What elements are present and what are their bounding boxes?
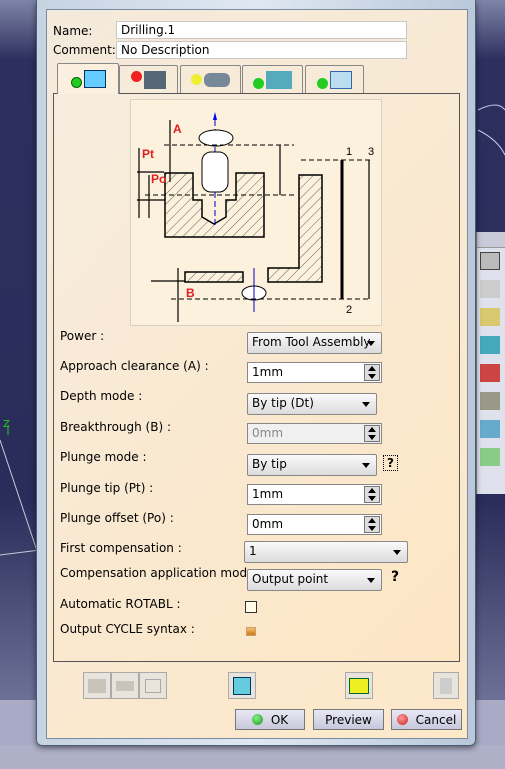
preview-button[interactable]: Preview bbox=[313, 709, 384, 730]
label-3: 3 bbox=[368, 146, 374, 158]
spinner-icon[interactable] bbox=[364, 364, 380, 381]
comp-mode-help-icon[interactable]: ? bbox=[391, 569, 399, 585]
cancel-button[interactable]: Cancel bbox=[391, 709, 462, 730]
breakthrough-input: 0mm bbox=[247, 423, 382, 444]
tab-strategy[interactable] bbox=[57, 63, 119, 94]
tab-feeds-speeds[interactable] bbox=[242, 65, 303, 93]
approach-label: Approach clearance (A) : bbox=[60, 359, 209, 373]
side-toolbar bbox=[476, 232, 505, 494]
drilling-diagram: A Pt Po B 1 3 2 bbox=[130, 99, 382, 326]
geometry-icon bbox=[131, 70, 166, 89]
wall-section bbox=[267, 174, 323, 283]
comment-input[interactable]: No Description bbox=[116, 41, 407, 59]
toolbar-titlebar[interactable] bbox=[477, 232, 505, 248]
label-a: A bbox=[173, 122, 182, 136]
video-icon[interactable] bbox=[139, 672, 167, 699]
drill-tool-icon bbox=[201, 151, 229, 193]
feeds-speeds-icon bbox=[253, 70, 292, 89]
tab-geometry[interactable] bbox=[119, 65, 178, 93]
approach-value: 1mm bbox=[252, 365, 284, 379]
plunge-tip-value: 1mm bbox=[252, 487, 284, 501]
comp-mode-value: Output point bbox=[252, 572, 329, 586]
name-input[interactable]: Drilling.1 bbox=[116, 21, 407, 39]
spinner-icon[interactable] bbox=[364, 516, 380, 533]
power-value: From Tool Assembly bbox=[252, 335, 371, 349]
geometry-curve bbox=[477, 104, 505, 156]
ok-icon bbox=[251, 714, 263, 725]
label-pt: Pt bbox=[142, 147, 154, 161]
tab-macros[interactable] bbox=[305, 65, 364, 93]
copy-transform-icon[interactable] bbox=[480, 448, 500, 466]
plunge-tip-label: Plunge tip (Pt) : bbox=[60, 481, 154, 495]
geometry-line bbox=[0, 549, 41, 556]
depth-mode-label: Depth mode : bbox=[60, 389, 143, 403]
preview-label: Preview bbox=[325, 712, 372, 727]
z-axis-label: Z bbox=[3, 419, 10, 430]
label-b: B bbox=[186, 286, 195, 300]
breakthrough-label: Breakthrough (B) : bbox=[60, 420, 172, 434]
spinner-icon bbox=[364, 425, 380, 442]
open-folder-icon[interactable] bbox=[345, 672, 373, 699]
plunge-mode-label: Plunge mode : bbox=[60, 450, 147, 464]
bottom-section bbox=[184, 271, 244, 283]
output-cycle-label: Output CYCLE syntax : bbox=[60, 622, 195, 636]
machining-operation-icon[interactable] bbox=[480, 252, 500, 270]
plunge-offset-input[interactable]: 0mm bbox=[247, 514, 382, 535]
chevron-down-icon bbox=[362, 463, 370, 468]
label-2: 2 bbox=[346, 304, 352, 316]
next-operation-icon[interactable] bbox=[433, 672, 459, 699]
breakthrough-value: 0mm bbox=[252, 426, 284, 440]
depth-mode-combo[interactable]: By tip (Dt) bbox=[247, 393, 377, 415]
output-cycle-checkbox[interactable] bbox=[246, 627, 256, 636]
first-compensation-combo[interactable]: 1 bbox=[244, 541, 408, 563]
axis-icon[interactable] bbox=[480, 392, 500, 410]
name-label: Name: bbox=[53, 24, 93, 38]
cancel-label: Cancel bbox=[415, 712, 457, 727]
comp-mode-combo[interactable]: Output point bbox=[247, 569, 382, 591]
axis-arrow-icon bbox=[213, 112, 217, 120]
approach-input[interactable]: 1mm bbox=[247, 362, 382, 383]
plunge-tip-input[interactable]: 1mm bbox=[247, 484, 382, 505]
power-combo[interactable]: From Tool Assembly bbox=[247, 332, 382, 354]
macros-icon bbox=[317, 70, 352, 89]
cancel-icon bbox=[396, 714, 408, 725]
auto-rotabl-label: Automatic ROTABL : bbox=[60, 597, 181, 611]
power-label: Power : bbox=[60, 329, 105, 343]
comp-mode-label: Compensation application mode : bbox=[60, 566, 263, 580]
strategy-parameters-icon bbox=[70, 70, 106, 88]
rotation-icon[interactable] bbox=[480, 364, 500, 382]
plunge-mode-help-button[interactable]: ? bbox=[383, 455, 398, 471]
chevron-down-icon bbox=[367, 578, 375, 583]
plunge-mode-combo[interactable]: By tip bbox=[247, 454, 377, 476]
tool-path-replay-icon[interactable] bbox=[83, 672, 111, 699]
ok-label: OK bbox=[270, 712, 289, 727]
simulation-icon[interactable] bbox=[111, 672, 139, 699]
label-po: Po bbox=[151, 172, 166, 186]
geometry-line bbox=[0, 439, 41, 561]
plunge-offset-value: 0mm bbox=[252, 517, 284, 531]
depth-mode-value: By tip (Dt) bbox=[252, 396, 314, 410]
tool-path-edit-icon[interactable] bbox=[228, 672, 256, 699]
chevron-down-icon bbox=[393, 550, 401, 555]
first-compensation-label: First compensation : bbox=[60, 541, 182, 555]
label-1: 1 bbox=[346, 146, 352, 158]
tool-change-icon[interactable] bbox=[480, 336, 500, 354]
plunge-offset-label: Plunge offset (Po) : bbox=[60, 511, 174, 525]
tab-tool[interactable] bbox=[180, 65, 241, 93]
chevron-down-icon bbox=[362, 402, 370, 407]
plunge-mode-value: By tip bbox=[252, 457, 287, 471]
status-area bbox=[0, 745, 505, 769]
spinner-icon[interactable] bbox=[364, 486, 380, 503]
chevron-down-icon bbox=[367, 341, 375, 346]
auto-rotabl-checkbox[interactable] bbox=[245, 601, 257, 613]
ok-button[interactable]: OK bbox=[235, 709, 305, 730]
first-compensation-value: 1 bbox=[249, 544, 257, 558]
pp-instruction-icon[interactable] bbox=[480, 420, 500, 438]
drill-icon[interactable] bbox=[480, 280, 500, 298]
comment-label: Comment: bbox=[53, 43, 116, 57]
tool-tip-icon bbox=[198, 129, 234, 147]
tool-icon bbox=[191, 72, 230, 87]
transition-icon[interactable] bbox=[480, 308, 500, 326]
